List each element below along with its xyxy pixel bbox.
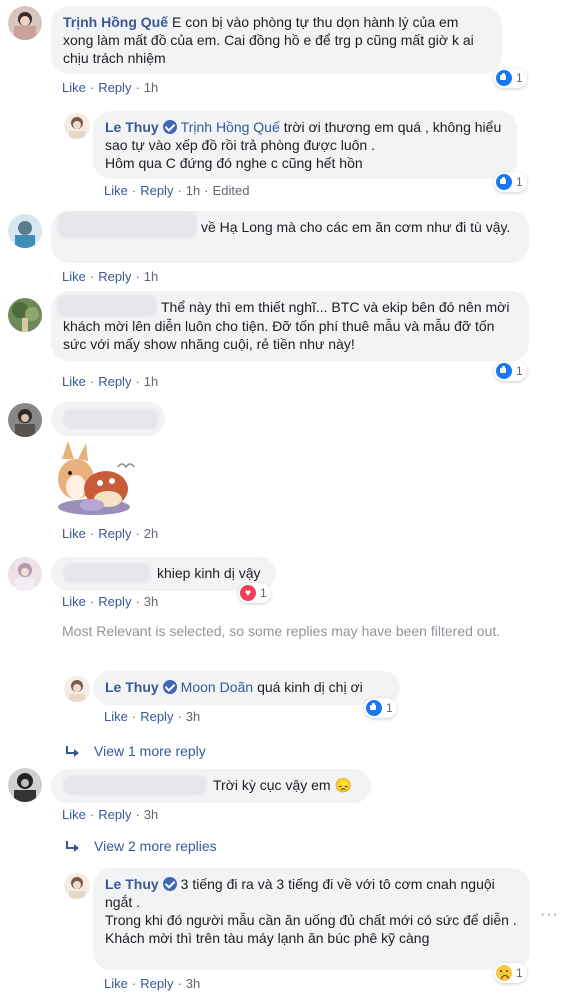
reply-text-line2: Trong khi đó người mẫu cần ăn uống đủ ch… (105, 912, 517, 928)
comment-author[interactable]: Trịnh Hồng Quế (63, 14, 168, 30)
like-link[interactable]: Like (62, 269, 86, 284)
filter-notice: Most Relevant is selected, so some repli… (62, 623, 501, 639)
reply-text-line3: Khách mời thì trên tàu máy lạnh ăn búc p… (105, 930, 430, 946)
sad-reaction-icon (496, 965, 512, 981)
like-link[interactable]: Like (62, 594, 86, 609)
like-link[interactable]: Like (104, 976, 128, 991)
comment-actions: Like · Reply · 3h (62, 807, 159, 822)
comment-text: về Hạ Long mà cho các em ăn cơm như đi t… (201, 219, 511, 235)
like-link[interactable]: Like (62, 80, 86, 95)
reply-author[interactable]: Le Thuy (105, 679, 159, 695)
reply-link[interactable]: Reply (140, 976, 173, 991)
view-more-replies-link[interactable]: View 2 more replies (66, 837, 217, 855)
reply-link[interactable]: Reply (98, 526, 131, 541)
comment-actions: Like · Reply · 2h (62, 526, 159, 541)
comment-bubble: về Hạ Long mà cho các em ăn cơm như đi t… (51, 211, 529, 263)
like-link[interactable]: Like (104, 183, 128, 198)
view-more-replies-link[interactable]: View 1 more reply (66, 742, 206, 760)
heart-reaction-icon: ♥ (240, 585, 256, 601)
comment-actions: Like · Reply · 3h (62, 594, 159, 609)
reply-link[interactable]: Reply (98, 374, 131, 389)
comment-bubble: Trịnh Hồng Quế E con bị vào phòng tự thu … (51, 6, 502, 74)
comment-bubble: Trời kỳ cục vậy em 😞 (51, 769, 371, 803)
blurred-author-name (57, 212, 197, 239)
comment-actions: Like · Reply · 1h (62, 80, 159, 95)
reply-link[interactable]: Reply (140, 709, 173, 724)
reply-bubble: Le Thuy 3 tiếng đi ra và 3 tiếng đi về vớ… (93, 868, 530, 970)
timestamp[interactable]: 1h (144, 269, 158, 284)
timestamp[interactable]: 1h (144, 374, 158, 389)
tagged-user-link[interactable]: Moon Doãn (181, 679, 253, 695)
blurred-author-name (63, 775, 207, 796)
reaction-count[interactable]: 1 (494, 361, 527, 381)
comment-bubble (51, 402, 165, 436)
reply-link[interactable]: Reply (98, 807, 131, 822)
comment-text: khiep kinh dị vậy (157, 565, 261, 581)
avatar-commenter[interactable] (8, 557, 42, 591)
like-reaction-icon (496, 363, 512, 379)
blurred-author-name (63, 409, 159, 430)
more-options-icon[interactable]: ··· (540, 906, 559, 924)
like-reaction-icon (496, 70, 512, 86)
reply-text-line2: Hôm qua C đứng đó nghe c cũng hết hồn (105, 155, 363, 171)
like-link[interactable]: Like (62, 807, 86, 822)
reaction-count[interactable]: 1 (494, 963, 527, 983)
timestamp[interactable]: 3h (144, 807, 158, 822)
avatar-commenter[interactable] (8, 768, 42, 802)
avatar-le-thuy[interactable] (64, 113, 90, 139)
reply-author[interactable]: Le Thuy (105, 119, 159, 135)
reaction-count[interactable]: 1 (494, 68, 527, 88)
reply-author[interactable]: Le Thuy (105, 876, 159, 892)
reply-bubble: Le Thuy Trịnh Hồng Quế trời ơi thương em q… (93, 111, 517, 179)
avatar-commenter[interactable] (8, 403, 42, 437)
avatar-le-thuy[interactable] (64, 676, 90, 702)
verified-badge-icon (162, 877, 177, 891)
timestamp[interactable]: 2h (144, 526, 158, 541)
edited-label[interactable]: Edited (213, 183, 250, 198)
timestamp[interactable]: 3h (186, 976, 200, 991)
reply-actions: Like · Reply · 3h (104, 709, 201, 724)
reply-arrow-icon (66, 746, 80, 757)
timestamp[interactable]: 1h (186, 183, 200, 198)
timestamp[interactable]: 3h (144, 594, 158, 609)
reply-link[interactable]: Reply (140, 183, 173, 198)
blurred-author-name (63, 563, 151, 584)
timestamp[interactable]: 3h (186, 709, 200, 724)
tagged-user-link[interactable]: Trịnh Hồng Quế (181, 119, 280, 135)
sticker-image[interactable] (48, 437, 140, 519)
avatar-commenter[interactable] (8, 298, 42, 332)
reply-arrow-icon (66, 841, 80, 852)
reaction-count[interactable]: 1 (364, 698, 397, 718)
verified-badge-icon (162, 680, 177, 694)
comment-actions: Like · Reply · 1h (62, 269, 159, 284)
avatar-le-thuy[interactable] (64, 873, 90, 899)
reply-link[interactable]: Reply (98, 80, 131, 95)
avatar-commenter[interactable] (8, 214, 42, 248)
reply-link[interactable]: Reply (98, 269, 131, 284)
like-reaction-icon (496, 174, 512, 190)
comment-bubble: Thể này thì em thiết nghĩ... BTC và ekip… (51, 291, 529, 361)
like-reaction-icon (366, 700, 382, 716)
timestamp[interactable]: 1h (144, 80, 158, 95)
like-link[interactable]: Like (62, 526, 86, 541)
avatar-trinh-hong-que[interactable] (8, 6, 42, 40)
reply-actions: Like · Reply · 3h (104, 976, 201, 991)
reaction-count[interactable]: 1 (494, 172, 527, 192)
like-link[interactable]: Like (62, 374, 86, 389)
comment-actions: Like · Reply · 1h (62, 374, 159, 389)
like-link[interactable]: Like (104, 709, 128, 724)
reply-actions: Like · Reply · 1h · Edited (104, 183, 250, 198)
verified-badge-icon (162, 120, 177, 134)
blurred-author-name (57, 295, 157, 318)
reaction-count[interactable]: ♥ 1 (238, 583, 271, 603)
reply-text: quá kinh dị chị ơi (257, 679, 363, 695)
reply-link[interactable]: Reply (98, 594, 131, 609)
comment-text: Trời kỳ cục vậy em 😞 (213, 777, 352, 793)
reply-bubble: Le Thuy Moon Doãn quá kinh dị chị ơi (93, 671, 400, 705)
